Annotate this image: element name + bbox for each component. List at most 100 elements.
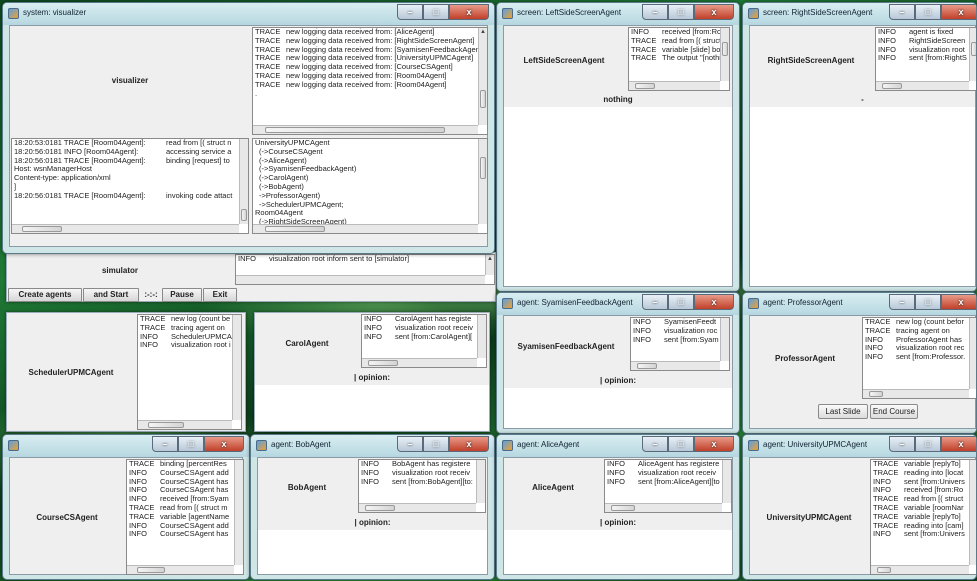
close-icon[interactable]: x (694, 436, 734, 452)
vertical-scrollbar[interactable] (722, 460, 731, 503)
pause-button[interactable]: Pause (162, 288, 202, 302)
log-message: variable [replyTo] (904, 459, 961, 468)
horizontal-scrollbar[interactable] (236, 275, 485, 284)
vertical-scrollbar[interactable] (478, 139, 487, 224)
log-level: INFO (129, 529, 147, 539)
agent-log[interactable]: 18:20:53:0181 TRACE [Room04Agent]: read f… (11, 138, 249, 234)
log-message: sent [from:Professor. (896, 352, 966, 362)
log-panel[interactable]: TRACE new log (count befor TRACE tracing ag… (862, 317, 976, 399)
and-start-button[interactable]: and Start (83, 288, 139, 302)
create-agents-button[interactable]: Create agents (8, 288, 82, 302)
title-bar[interactable]: agent: AliceAgent – □ x (497, 435, 739, 457)
log-panel[interactable]: INFO agent is fixed INFO RightSideScreen INF… (875, 27, 976, 91)
maximize-icon[interactable]: □ (915, 4, 941, 20)
log-panel[interactable]: INFO BobAgent has registere INFO visualizat… (358, 459, 486, 513)
minimize-icon[interactable]: – (889, 436, 915, 452)
log-panel[interactable]: INFO AliceAgent has registere INFO visualiz… (604, 459, 732, 513)
agent-name-label: SyamisenFeedbackAgent (517, 341, 615, 351)
horizontal-scrollbar[interactable] (127, 565, 234, 574)
log-message: sent [from:BobAgent][to: (392, 476, 473, 486)
log-message: new logging data received from: [RightSi… (286, 35, 475, 45)
minimize-icon[interactable]: – (642, 294, 668, 310)
simulator-log[interactable]: INFO visualization root inform sent to [s… (235, 254, 495, 285)
minimize-icon[interactable]: – (889, 4, 915, 20)
vertical-scrollbar[interactable] (969, 28, 976, 81)
visualizer-log[interactable]: TRACE new logging data received from: [Al… (252, 27, 488, 135)
vertical-scrollbar[interactable] (969, 318, 976, 389)
vertical-scrollbar[interactable] (720, 28, 729, 81)
maximize-icon[interactable]: □ (668, 294, 694, 310)
vertical-scrollbar[interactable] (720, 318, 729, 361)
vertical-scrollbar[interactable] (969, 460, 976, 565)
vertical-scrollbar[interactable]: ▲ (485, 255, 494, 275)
horizontal-scrollbar[interactable] (12, 224, 239, 233)
horizontal-scrollbar[interactable] (359, 503, 476, 512)
log-panel[interactable]: INFO CarolAgent has registe INFO visualizat… (361, 314, 487, 368)
title-bar[interactable]: screen: RightSideScreenAgent – □ x (743, 3, 976, 25)
vertical-scrollbar[interactable] (234, 460, 243, 565)
title-bar[interactable]: system: visualizer – □ x (3, 3, 494, 25)
horizontal-scrollbar[interactable] (605, 503, 722, 512)
vertical-scrollbar[interactable]: ▲ (478, 28, 487, 125)
title-bar[interactable]: agent: SyamisenFeedbackAgent – □ x (497, 293, 739, 315)
close-icon[interactable]: x (449, 436, 489, 452)
log-level: INFO (364, 331, 382, 341)
minimize-icon[interactable]: – (642, 436, 668, 452)
status-label: - (861, 95, 864, 104)
horizontal-scrollbar[interactable] (871, 565, 969, 574)
java-icon (502, 440, 513, 451)
horizontal-scrollbar[interactable] (138, 420, 232, 429)
horizontal-scrollbar[interactable] (253, 125, 478, 134)
vertical-scrollbar[interactable] (232, 315, 241, 420)
vertical-scrollbar[interactable] (476, 460, 485, 503)
close-icon[interactable]: x (941, 294, 976, 310)
close-icon[interactable]: x (694, 294, 734, 310)
title-bar[interactable]: agent: ProfessorAgent – □ x (743, 293, 976, 315)
maximize-icon[interactable]: □ (668, 436, 694, 452)
java-icon (502, 298, 513, 309)
maximize-icon[interactable]: □ (915, 436, 941, 452)
vertical-scrollbar[interactable] (477, 315, 486, 358)
log-message: new logging data received from: [Univers… (286, 53, 474, 63)
log-panel[interactable]: TRACE variable [replyTo] TRACE reading into… (870, 459, 976, 575)
title-bar[interactable]: – □ x (3, 435, 249, 457)
end-course-button[interactable]: End Course (870, 404, 918, 419)
title-bar[interactable]: agent: UniversityUPMCAgent – □ x (743, 435, 976, 457)
last-slide-button[interactable]: Last Slide (818, 404, 868, 419)
horizontal-scrollbar[interactable] (876, 81, 969, 90)
minimize-icon[interactable]: – (397, 4, 423, 20)
minimize-icon[interactable]: – (642, 4, 668, 20)
horizontal-scrollbar[interactable] (631, 361, 720, 370)
log-panel[interactable]: INFO SyamisenFeedt INFO visualization roc IN… (630, 317, 730, 371)
log-panel[interactable]: TRACE new log (count be TRACE tracing agent… (137, 314, 242, 430)
horizontal-scrollbar[interactable] (362, 358, 477, 367)
maximize-icon[interactable]: □ (178, 436, 204, 452)
exit-button[interactable]: Exit (203, 288, 237, 302)
close-icon[interactable]: x (941, 436, 976, 452)
title-bar[interactable]: agent: BobAgent – □ x (251, 435, 494, 457)
maximize-icon[interactable]: □ (668, 4, 694, 20)
maximize-icon[interactable]: □ (423, 436, 449, 452)
log-message: read from [( struct m (160, 502, 228, 512)
log-message: sent [from:Univers (904, 476, 965, 486)
minimize-icon[interactable]: – (889, 294, 915, 310)
minimize-icon[interactable]: – (397, 436, 423, 452)
maximize-icon[interactable]: □ (423, 4, 449, 20)
left-screen-window: screen: LeftSideScreenAgent – □ x LeftSide… (496, 2, 740, 292)
agent-tree[interactable]: UniversityUPMCAgent (->CourseCSAgent (->Al… (252, 138, 488, 234)
log-panel[interactable]: INFO received [from:Ro TRACE read from [( s… (628, 27, 730, 91)
maximize-icon[interactable]: □ (915, 294, 941, 310)
java-icon (502, 8, 513, 19)
log-message: binding [percentRes (160, 459, 227, 468)
horizontal-scrollbar[interactable] (629, 81, 720, 90)
log-panel[interactable]: TRACE binding [percentRes INFO CourseCSAgen… (126, 459, 244, 575)
minimize-icon[interactable]: – (152, 436, 178, 452)
close-icon[interactable]: x (204, 436, 244, 452)
vertical-scrollbar[interactable] (239, 139, 248, 224)
horizontal-scrollbar[interactable] (253, 224, 478, 233)
horizontal-scrollbar[interactable] (863, 389, 969, 398)
close-icon[interactable]: x (941, 4, 976, 20)
close-icon[interactable]: x (694, 4, 734, 20)
close-icon[interactable]: x (449, 4, 489, 20)
title-bar[interactable]: screen: LeftSideScreenAgent – □ x (497, 3, 739, 25)
